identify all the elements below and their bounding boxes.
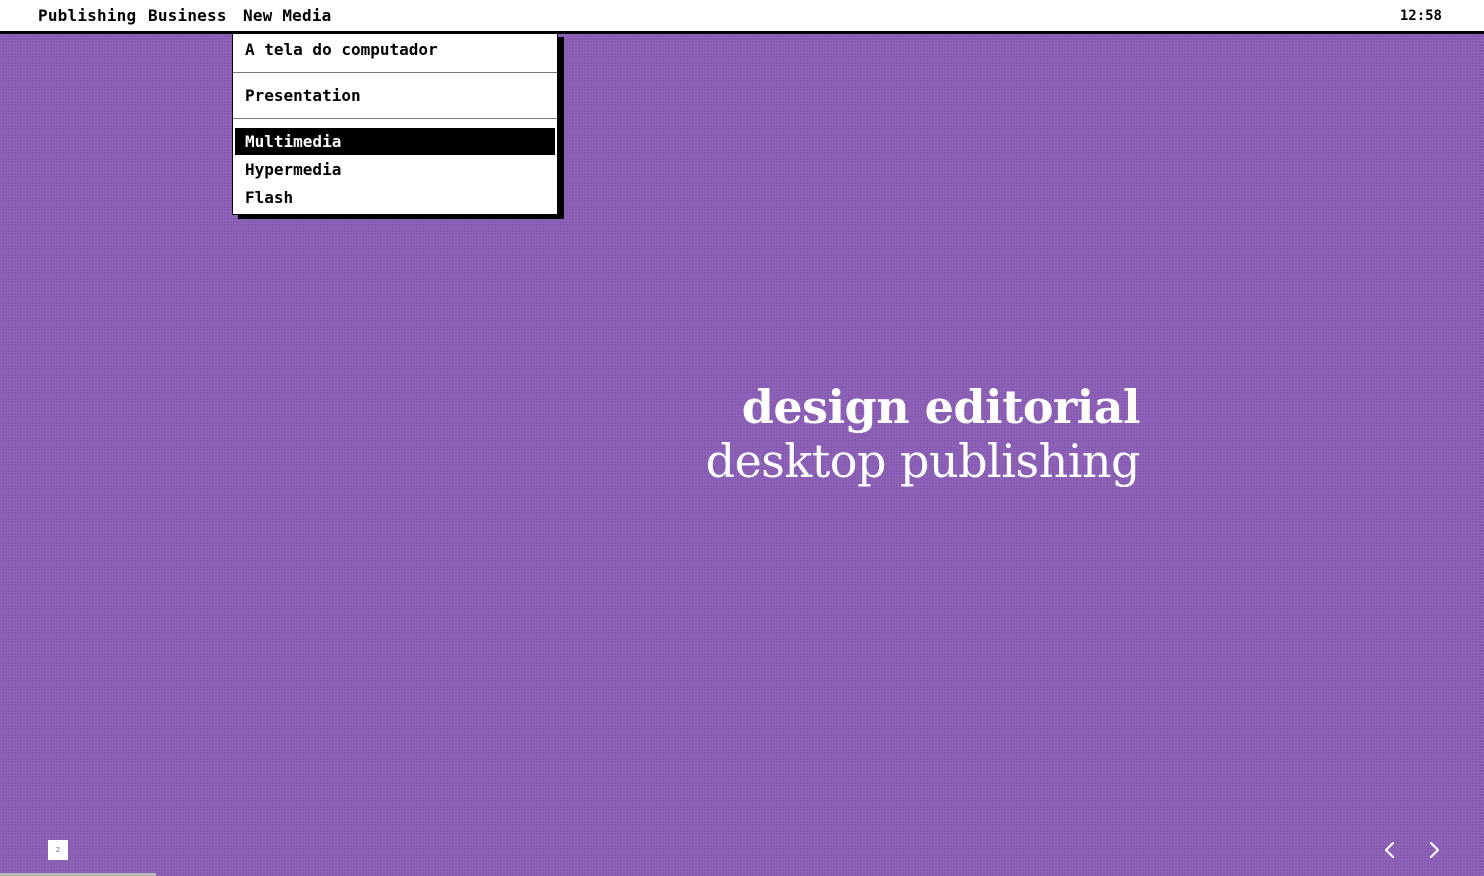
next-slide-button[interactable]	[1422, 838, 1446, 862]
menu-item-a-tela-do-computador[interactable]: A tela do computador	[235, 36, 555, 63]
slide-headline: design editorial desktop publishing	[705, 380, 1141, 488]
menu-item-flash[interactable]: Flash	[235, 184, 555, 211]
menubar-clock: 12:58	[1399, 8, 1442, 24]
menu-item-hypermedia[interactable]: Hypermedia	[235, 156, 555, 183]
menubar: Publishing Business New Media 12:58	[0, 0, 1484, 34]
menu-item-multimedia[interactable]: Multimedia	[235, 128, 555, 155]
menu-separator	[233, 118, 557, 119]
menu-separator	[233, 72, 557, 73]
chevron-left-icon	[1384, 841, 1395, 859]
menu-new-media[interactable]: New Media	[243, 0, 332, 31]
prev-slide-button[interactable]	[1378, 838, 1402, 862]
page-number-badge: 2	[48, 840, 68, 860]
menu-item-presentation[interactable]: Presentation	[235, 82, 555, 109]
headline-title: design editorial	[741, 380, 1141, 434]
new-media-dropdown: A tela do computador Presentation Multim…	[232, 33, 558, 215]
menu-business[interactable]: Business	[148, 0, 227, 31]
headline-subtitle: desktop publishing	[705, 434, 1141, 488]
chevron-right-icon	[1429, 841, 1440, 859]
menu-publishing[interactable]: Publishing	[38, 0, 136, 31]
